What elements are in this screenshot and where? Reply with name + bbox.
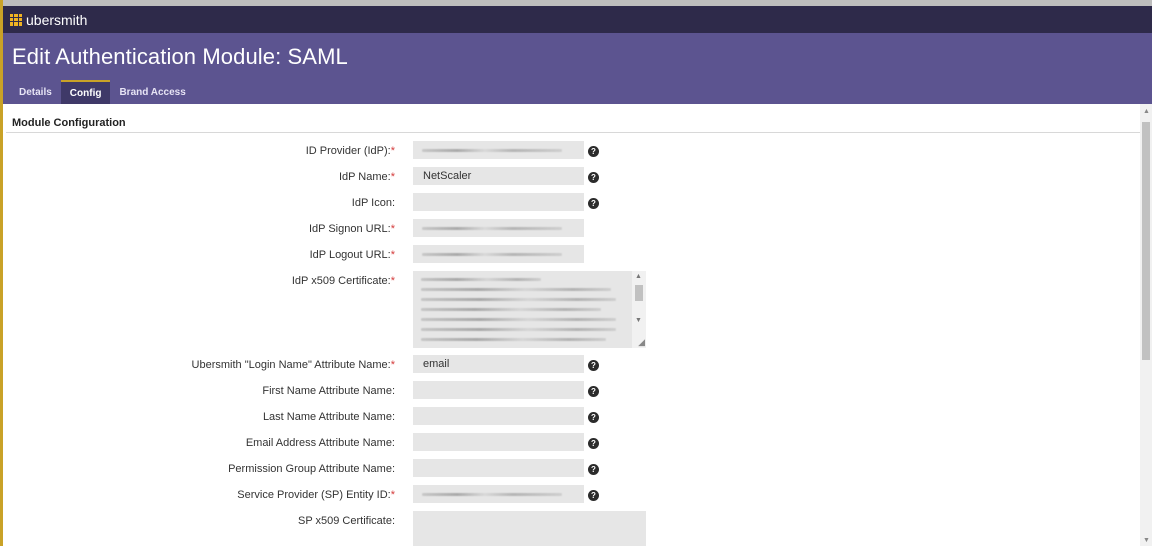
perm-group-attr-label: Permission Group Attribute Name: (228, 463, 395, 475)
tab-bar: Details Config Brand Access (10, 80, 195, 104)
scroll-thumb[interactable] (635, 285, 643, 301)
scroll-down-arrow-icon[interactable]: ▼ (635, 317, 642, 324)
required-marker: * (390, 145, 395, 157)
grid-logo-icon (10, 13, 22, 26)
row-last-name-attr: Last Name Attribute Name: ? (6, 404, 1140, 430)
row-idp-signon-url: IdP Signon URL:* (6, 216, 1140, 242)
help-circle-icon[interactable]: ? (588, 464, 599, 475)
idp-name-input[interactable]: NetScaler (413, 167, 584, 185)
email-attr-input[interactable] (413, 433, 584, 451)
last-name-attr-label: Last Name Attribute Name: (262, 411, 395, 423)
idp-label: ID Provider (IdP):* (305, 145, 395, 157)
login-name-attr-input[interactable]: email (413, 355, 584, 373)
idp-icon-input[interactable] (413, 193, 584, 211)
page-header: Edit Authentication Module: SAML Details… (3, 33, 1152, 104)
last-name-attr-input[interactable] (413, 407, 584, 425)
row-sp-entity-id: Service Provider (SP) Entity ID:* ? (6, 482, 1140, 508)
idp-name-label: IdP Name:* (338, 171, 395, 183)
idp-logout-url-input[interactable] (413, 245, 584, 263)
row-idp-logout-url: IdP Logout URL:* (6, 242, 1140, 268)
login-name-attr-label: Ubersmith "Login Name" Attribute Name:* (191, 359, 395, 371)
sp-entity-id-input[interactable] (413, 485, 584, 503)
tab-brand-access[interactable]: Brand Access (110, 80, 194, 104)
redacted-value (422, 149, 562, 152)
required-marker: * (390, 359, 395, 371)
tab-config[interactable]: Config (60, 80, 111, 104)
redacted-line (421, 338, 606, 341)
row-first-name-attr: First Name Attribute Name: ? (6, 378, 1140, 404)
page-scrollbar[interactable]: ▲ ▼ (1140, 104, 1152, 546)
redacted-value (422, 227, 562, 230)
row-idp-cert: IdP x509 Certificate:* ▲ ▼ ◢ (6, 268, 1140, 352)
scroll-up-arrow-icon[interactable]: ▲ (635, 273, 642, 280)
row-idp-name: IdP Name:* NetScaler ? (6, 164, 1140, 190)
first-name-attr-input[interactable] (413, 381, 584, 399)
idp-signon-url-label: IdP Signon URL:* (308, 223, 395, 235)
help-circle-icon[interactable]: ? (588, 438, 599, 449)
first-name-attr-label: First Name Attribute Name: (262, 385, 395, 397)
required-marker: * (390, 171, 395, 183)
required-marker: * (390, 223, 395, 235)
top-bar: ubersmith (3, 0, 1152, 33)
row-sp-cert: SP x509 Certificate: (6, 508, 1140, 546)
row-perm-group-attr: Permission Group Attribute Name: ? (6, 456, 1140, 482)
redacted-line (421, 278, 541, 281)
required-marker: * (390, 275, 395, 287)
row-idp-icon: IdP Icon: ? (6, 190, 1140, 216)
app-logo[interactable]: ubersmith (10, 12, 87, 28)
redacted-line (421, 318, 616, 321)
perm-group-attr-input[interactable] (413, 459, 584, 477)
idp-signon-url-input[interactable] (413, 219, 584, 237)
sp-cert-label: SP x509 Certificate: (297, 515, 395, 527)
row-idp: ID Provider (IdP):* ? (6, 138, 1140, 164)
redacted-line (421, 308, 601, 311)
idp-cert-label: IdP x509 Certificate:* (291, 275, 395, 287)
scroll-up-arrow-icon[interactable]: ▲ (1143, 108, 1150, 115)
redacted-value (422, 493, 562, 496)
resize-grip-icon[interactable]: ◢ (638, 337, 645, 348)
help-circle-icon[interactable]: ? (588, 490, 599, 501)
tab-details[interactable]: Details (10, 80, 61, 104)
idp-logout-url-label: IdP Logout URL:* (309, 249, 395, 261)
section-title: Module Configuration (6, 104, 1140, 133)
sp-cert-textarea[interactable] (413, 511, 646, 546)
redacted-value (422, 253, 562, 256)
idp-icon-label: IdP Icon: (351, 197, 395, 209)
required-marker: * (390, 489, 395, 501)
app-window: ubersmith Edit Authentication Module: SA… (0, 0, 1152, 546)
redacted-line (421, 288, 611, 291)
row-login-name-attr: Ubersmith "Login Name" Attribute Name:* … (6, 352, 1140, 378)
help-circle-icon[interactable]: ? (588, 172, 599, 183)
config-form: ID Provider (IdP):* ? IdP Name:* NetScal… (6, 133, 1140, 546)
redacted-line (421, 298, 616, 301)
content-area: Module Configuration ID Provider (IdP):*… (6, 104, 1140, 546)
help-circle-icon[interactable]: ? (588, 360, 599, 371)
email-attr-label: Email Address Attribute Name: (245, 437, 395, 449)
sp-entity-id-label: Service Provider (SP) Entity ID:* (237, 489, 395, 501)
idp-input[interactable] (413, 141, 584, 159)
page-title: Edit Authentication Module: SAML (12, 44, 348, 69)
page-scroll-thumb[interactable] (1142, 122, 1150, 360)
redacted-line (421, 328, 616, 331)
row-email-attr: Email Address Attribute Name: ? (6, 430, 1140, 456)
scroll-down-arrow-icon[interactable]: ▼ (1143, 537, 1150, 544)
logo-text: ubersmith (26, 11, 88, 28)
help-circle-icon[interactable]: ? (588, 386, 599, 397)
help-circle-icon[interactable]: ? (588, 412, 599, 423)
required-marker: * (390, 249, 395, 261)
idp-cert-textarea[interactable]: ▲ ▼ ◢ (413, 271, 646, 348)
help-circle-icon[interactable]: ? (588, 146, 599, 157)
help-circle-icon[interactable]: ? (588, 198, 599, 209)
